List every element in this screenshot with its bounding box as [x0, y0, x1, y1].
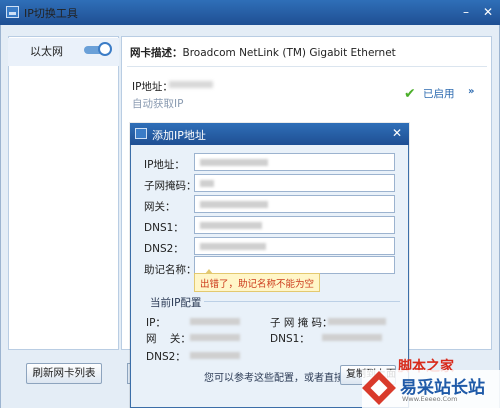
dns2-field-label: DNS2：: [144, 243, 184, 255]
dns1-value-obscured: [200, 222, 262, 229]
close-window-button[interactable]: ✕: [478, 2, 498, 22]
dns2-value-obscured: [200, 243, 266, 250]
section-divider: [204, 301, 400, 302]
nic-description: 网卡描述：Broadcom NetLink (TM) Gigabit Ether…: [130, 47, 396, 59]
current-dns2-label: DNS2：: [146, 351, 186, 363]
current-dns2-value-obscured: [190, 352, 240, 359]
sidebar-item-label: 以太网: [30, 45, 63, 58]
ip-value-obscured: [200, 159, 268, 166]
check-icon: ✔: [404, 86, 416, 102]
adapter-sidebar: [8, 36, 119, 350]
current-mask-value-obscured: [328, 318, 386, 325]
dialog-close-button[interactable]: ✕: [389, 125, 405, 141]
current-ip-label: IP：: [146, 317, 166, 329]
current-dns1-label: DNS1：: [270, 333, 310, 345]
app-icon: [6, 6, 19, 18]
error-tooltip: 出错了，助记名称不能为空: [194, 269, 320, 292]
toggle-knob[interactable]: [98, 42, 112, 56]
hint-text: 您可以参考这些配置，或者直接: [204, 373, 344, 384]
gateway-value-obscured: [200, 201, 268, 208]
refresh-adapters-button[interactable]: 刷新网卡列表: [26, 363, 102, 384]
status-label: 已启用: [423, 88, 455, 100]
mask-field-label: 子网掩码：: [144, 180, 197, 192]
current-gateway-label: 网 关：: [146, 333, 191, 345]
minimize-button[interactable]: –: [456, 2, 476, 22]
current-mask-label: 子 网 掩 码：: [270, 317, 333, 329]
current-ip-value-obscured: [190, 318, 240, 325]
ip-address-label: IP地址：: [132, 81, 173, 93]
current-dns1-value-obscured: [322, 334, 382, 341]
dialog-title: 添加IP地址: [152, 129, 206, 142]
watermark-url: Www.Eeeeo.Com: [402, 395, 458, 403]
auto-ip-text: 自动获取IP: [132, 98, 184, 110]
window-title: IP切换工具: [24, 7, 78, 20]
ip-field-label: IP地址：: [144, 159, 185, 171]
chevron-down-icon[interactable]: »: [468, 86, 474, 97]
dns1-field-label: DNS1：: [144, 222, 184, 234]
ip-address-value-obscured: [169, 81, 213, 88]
alias-input[interactable]: [194, 256, 395, 274]
dialog-icon: [135, 128, 147, 139]
current-gateway-value-obscured: [190, 334, 240, 341]
alias-field-label: 助记名称：: [144, 264, 197, 276]
mask-value-obscured: [200, 180, 214, 187]
gateway-field-label: 网关：: [144, 201, 176, 213]
subnet-mask-input[interactable]: [194, 174, 395, 192]
divider: [127, 66, 487, 67]
current-config-title: 当前IP配置: [150, 297, 202, 309]
